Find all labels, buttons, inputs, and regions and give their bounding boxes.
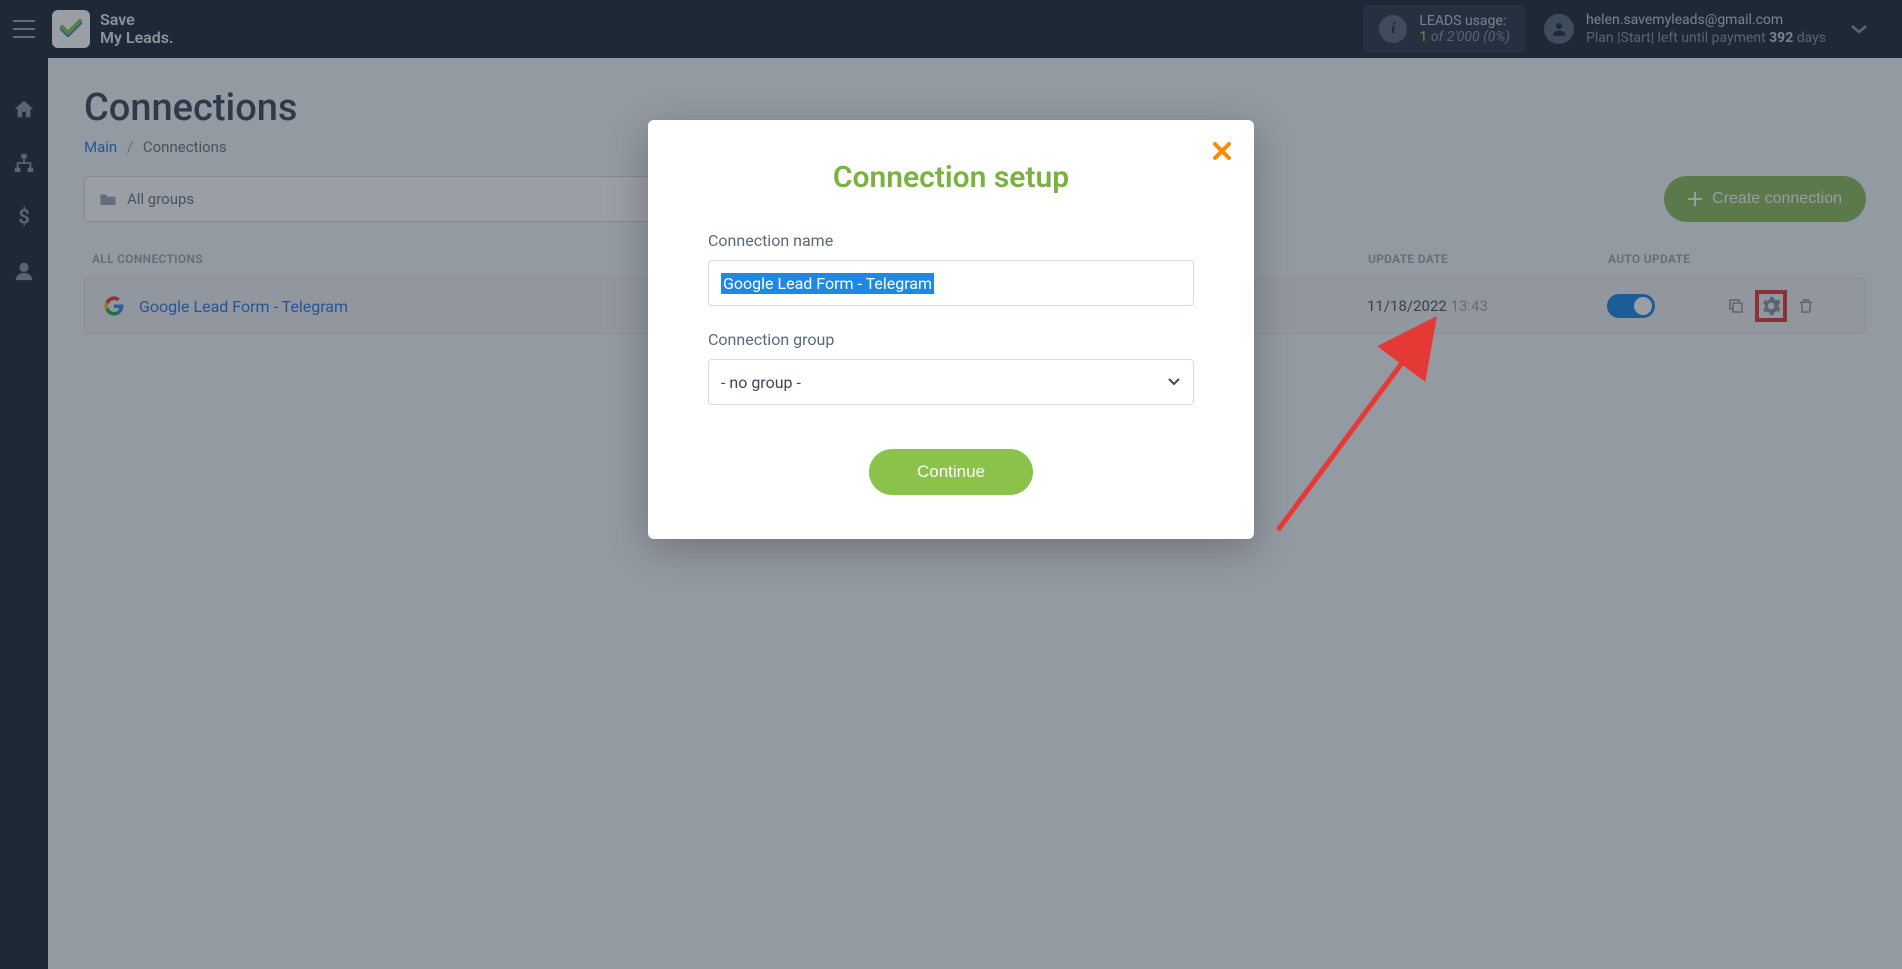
connection-group-label: Connection group [708,330,1194,349]
connection-setup-modal: Connection setup Connection name Google … [648,120,1254,539]
modal-title: Connection setup [708,160,1194,195]
connection-name-value: Google Lead Form - Telegram [721,273,934,294]
connection-name-input[interactable]: Google Lead Form - Telegram [708,260,1194,306]
connection-name-label: Connection name [708,231,1194,250]
close-icon [1212,141,1232,161]
modal-close-button[interactable] [1212,138,1232,168]
connection-group-select[interactable]: - no group - [708,359,1194,405]
continue-label: Continue [917,462,985,481]
chevron-down-icon [1167,377,1181,387]
continue-button[interactable]: Continue [869,449,1033,495]
modal-overlay[interactable]: Connection setup Connection name Google … [0,0,1902,969]
connection-group-value: - no group - [721,373,801,392]
